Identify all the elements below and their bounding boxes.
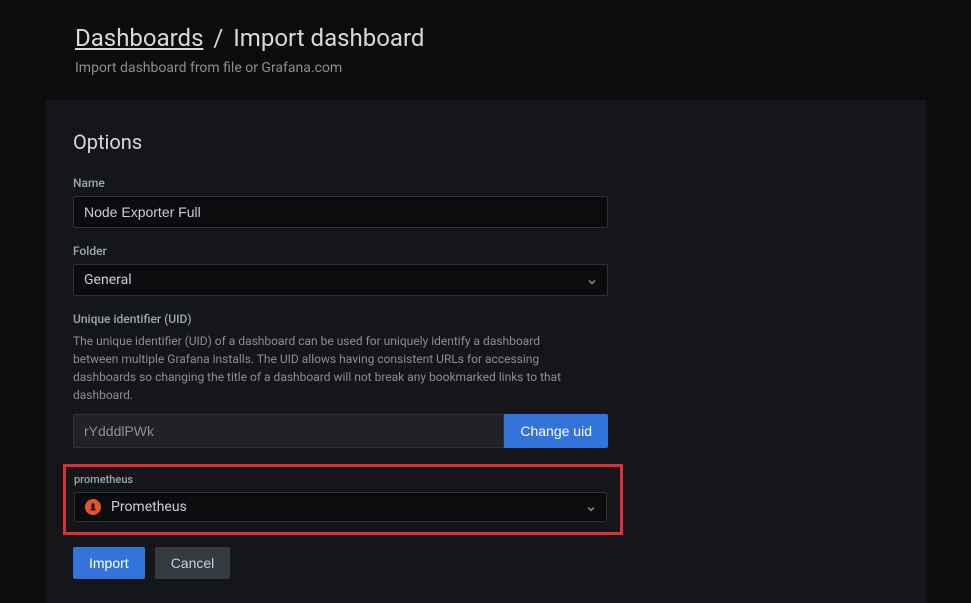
- form-group-uid: Unique identifier (UID) The unique ident…: [73, 312, 898, 448]
- chevron-down-icon: [586, 502, 596, 512]
- highlight-box: prometheus Prometheus: [63, 464, 623, 535]
- chevron-down-icon: [587, 275, 597, 285]
- import-button[interactable]: Import: [73, 547, 145, 579]
- content-panel: Options Name Folder General Unique ident…: [45, 100, 926, 603]
- uid-help-text: The unique identifier (UID) of a dashboa…: [73, 332, 573, 404]
- button-row: Import Cancel: [73, 547, 898, 579]
- folder-select[interactable]: General: [73, 264, 608, 296]
- name-label: Name: [73, 176, 898, 190]
- name-input[interactable]: [73, 196, 608, 228]
- page-subtitle: Import dashboard from file or Grafana.co…: [75, 60, 971, 76]
- datasource-left: Prometheus: [85, 499, 187, 515]
- page-header: Dashboards / Import dashboard Import das…: [0, 0, 971, 76]
- cancel-button[interactable]: Cancel: [155, 547, 231, 579]
- prometheus-icon: [85, 499, 101, 515]
- breadcrumb-dashboards-link[interactable]: Dashboards: [75, 24, 203, 52]
- options-title: Options: [73, 130, 898, 154]
- datasource-value: Prometheus: [111, 499, 187, 515]
- breadcrumb: Dashboards / Import dashboard: [75, 24, 971, 52]
- folder-value: General: [84, 272, 132, 288]
- datasource-label: prometheus: [74, 473, 612, 486]
- breadcrumb-current: Import dashboard: [233, 24, 424, 52]
- change-uid-button[interactable]: Change uid: [504, 414, 608, 448]
- folder-label: Folder: [73, 244, 898, 258]
- uid-input: [73, 414, 504, 448]
- form-group-name: Name: [73, 176, 898, 228]
- form-group-folder: Folder General: [73, 244, 898, 296]
- uid-row: Change uid: [73, 414, 608, 448]
- breadcrumb-separator: /: [213, 24, 223, 52]
- datasource-select[interactable]: Prometheus: [74, 492, 607, 522]
- uid-label: Unique identifier (UID): [73, 312, 898, 326]
